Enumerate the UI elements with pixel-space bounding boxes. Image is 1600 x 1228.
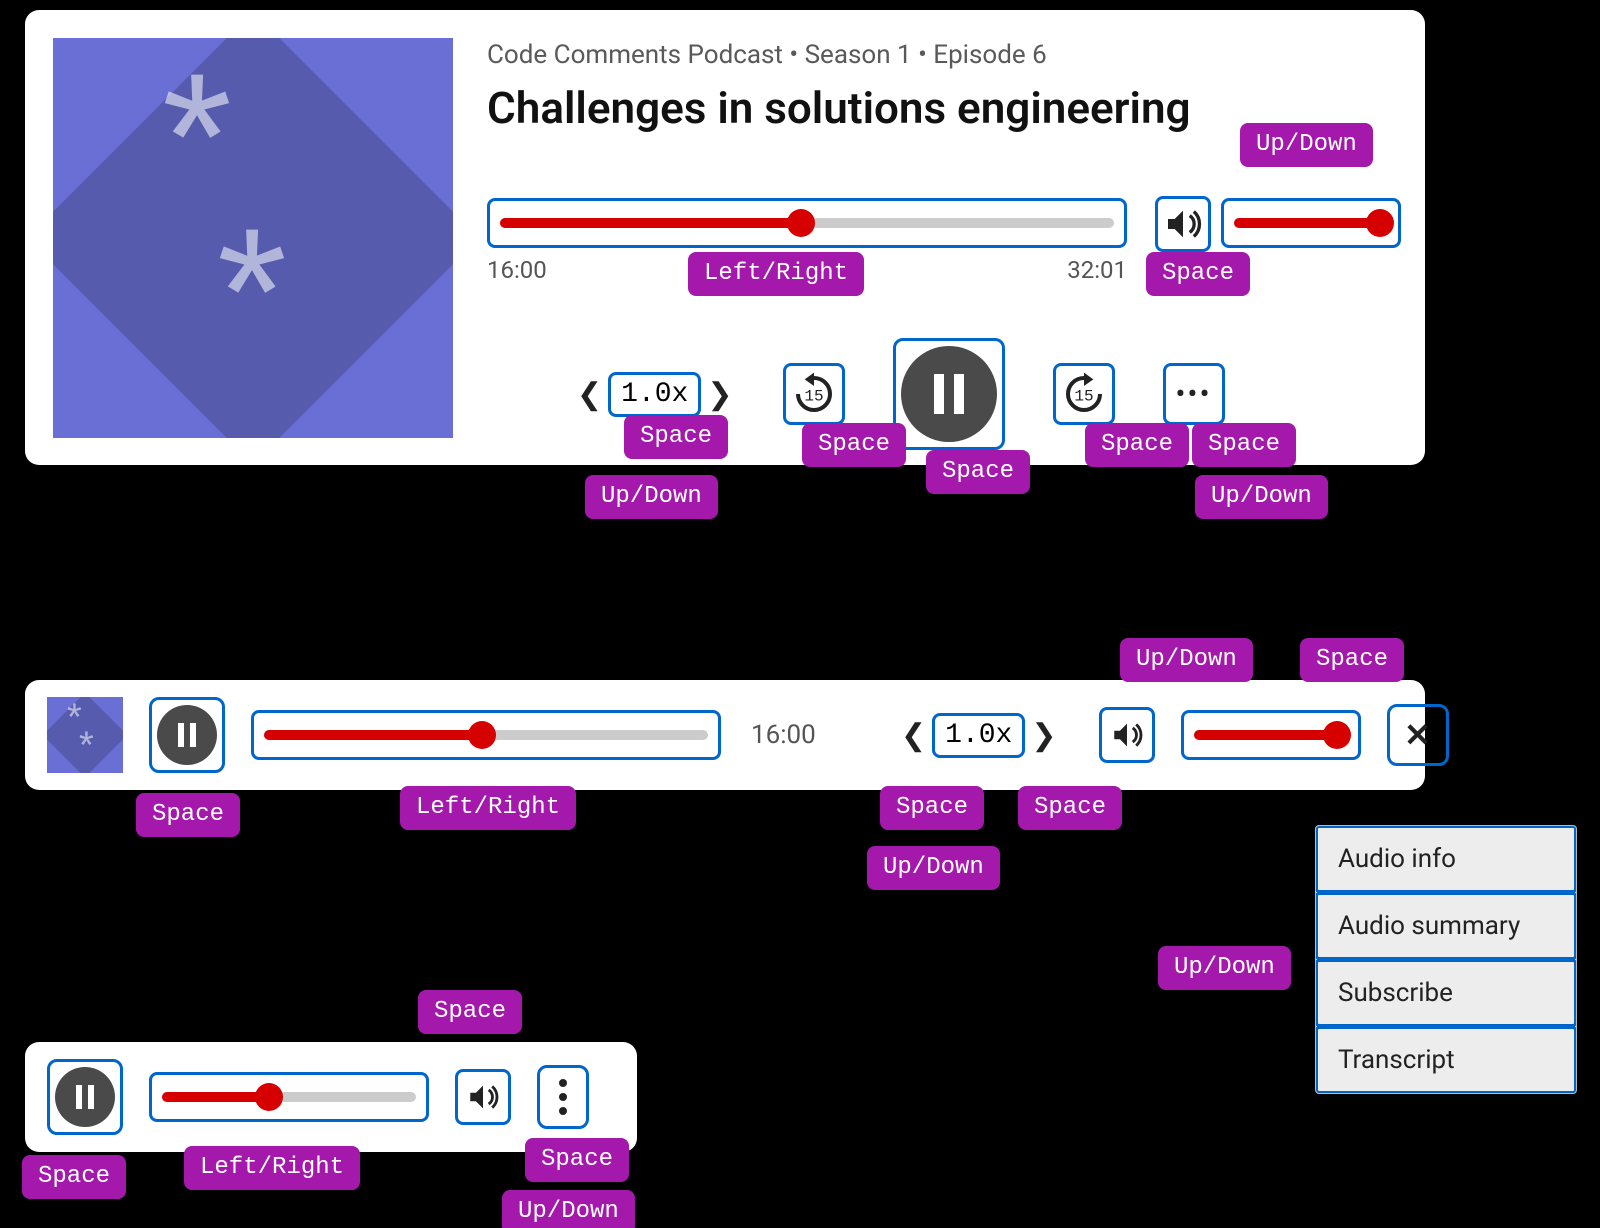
mute-button[interactable]: [1099, 707, 1155, 763]
more-button[interactable]: [537, 1065, 589, 1129]
key-hint: Space: [1300, 638, 1404, 682]
key-hint: Left/Right: [400, 786, 576, 830]
key-hint: Left/Right: [184, 1146, 360, 1190]
pause-icon: [934, 374, 964, 414]
progress-slider[interactable]: [251, 710, 721, 760]
svg-text:15: 15: [804, 388, 823, 406]
key-hint: Space: [1018, 786, 1122, 830]
key-hint: Space: [22, 1155, 126, 1199]
player-large: * * Code Comments Podcast • Season 1 • E…: [25, 10, 1425, 465]
close-icon: ✕: [1404, 716, 1431, 754]
progress-slider[interactable]: [149, 1072, 429, 1122]
ellipsis-icon: •••: [1175, 377, 1211, 412]
mute-button[interactable]: [455, 1069, 511, 1125]
speed-badge[interactable]: 1.0x: [932, 713, 1025, 758]
skip-forward-icon: 15: [1060, 370, 1108, 418]
elapsed-time: 16:00: [487, 256, 547, 284]
menu-item-transcript[interactable]: Transcript: [1315, 1026, 1577, 1094]
menu-item-subscribe[interactable]: Subscribe: [1315, 959, 1577, 1027]
close-button[interactable]: ✕: [1387, 704, 1449, 766]
chevron-right-icon[interactable]: ❯: [1029, 718, 1058, 753]
kebab-dot-icon: [559, 1107, 567, 1115]
key-hint: Space: [136, 793, 240, 837]
more-menu: Audio info Audio summary Subscribe Trans…: [1315, 825, 1577, 1094]
key-hint: Space: [802, 423, 906, 467]
key-hint: Space: [880, 786, 984, 830]
menu-item-audio-info[interactable]: Audio info: [1315, 825, 1577, 893]
key-hint: Space: [525, 1138, 629, 1182]
key-hint: Space: [1146, 252, 1250, 296]
key-hint: Space: [1085, 423, 1189, 467]
podcast-cover: * *: [53, 38, 453, 438]
player-medium: ** 16:00 ❮ 1.0x ❯ ✕: [25, 680, 1425, 790]
player-large-content: Code Comments Podcast • Season 1 • Episo…: [487, 38, 1397, 437]
speed-badge[interactable]: 1.0x: [608, 372, 701, 417]
skip-forward-button[interactable]: 15: [1053, 363, 1115, 425]
play-pause-button[interactable]: [47, 1059, 123, 1135]
player-small: [25, 1042, 637, 1152]
key-hint: Space: [1192, 423, 1296, 467]
speaker-icon: [1163, 204, 1203, 244]
play-pause-button[interactable]: [893, 338, 1005, 450]
key-hint: Left/Right: [688, 252, 864, 296]
key-hint: Up/Down: [1240, 123, 1373, 167]
play-pause-button[interactable]: [149, 697, 225, 773]
skip-back-icon: 15: [790, 370, 838, 418]
chevron-left-icon[interactable]: ❮: [899, 718, 928, 753]
breadcrumb: Code Comments Podcast • Season 1 • Episo…: [487, 40, 1397, 70]
key-hint: Up/Down: [1195, 475, 1328, 519]
key-hint: Space: [418, 990, 522, 1034]
speed-control: ❮ 1.0x ❯: [899, 713, 1059, 758]
podcast-cover: **: [47, 697, 123, 773]
svg-text:15: 15: [1074, 388, 1093, 406]
skip-back-button[interactable]: 15: [783, 363, 845, 425]
key-hint: Space: [926, 450, 1030, 494]
key-hint: Space: [624, 415, 728, 459]
key-hint: Up/Down: [585, 475, 718, 519]
kebab-dot-icon: [559, 1079, 567, 1087]
mute-button[interactable]: [1155, 196, 1211, 252]
more-button[interactable]: •••: [1163, 363, 1225, 425]
speaker-icon: [1110, 718, 1144, 752]
kebab-dot-icon: [559, 1093, 567, 1101]
volume-slider[interactable]: [1221, 198, 1401, 248]
speed-control: ❮ 1.0x ❯: [575, 372, 735, 417]
pause-icon: [178, 723, 196, 747]
total-duration: 32:01: [1067, 256, 1127, 284]
volume-slider[interactable]: [1181, 710, 1361, 760]
progress-slider[interactable]: [487, 198, 1127, 248]
chevron-left-icon[interactable]: ❮: [575, 377, 604, 412]
key-hint: Up/Down: [1158, 946, 1291, 990]
menu-item-audio-summary[interactable]: Audio summary: [1315, 892, 1577, 960]
speaker-icon: [466, 1080, 500, 1114]
key-hint: Up/Down: [1120, 638, 1253, 682]
key-hint: Up/Down: [867, 846, 1000, 890]
key-hint: Up/Down: [502, 1190, 635, 1228]
chevron-right-icon[interactable]: ❯: [705, 377, 734, 412]
root: * * Code Comments Podcast • Season 1 • E…: [0, 0, 1600, 1228]
elapsed-time: 16:00: [751, 720, 851, 750]
pause-icon: [76, 1085, 94, 1109]
